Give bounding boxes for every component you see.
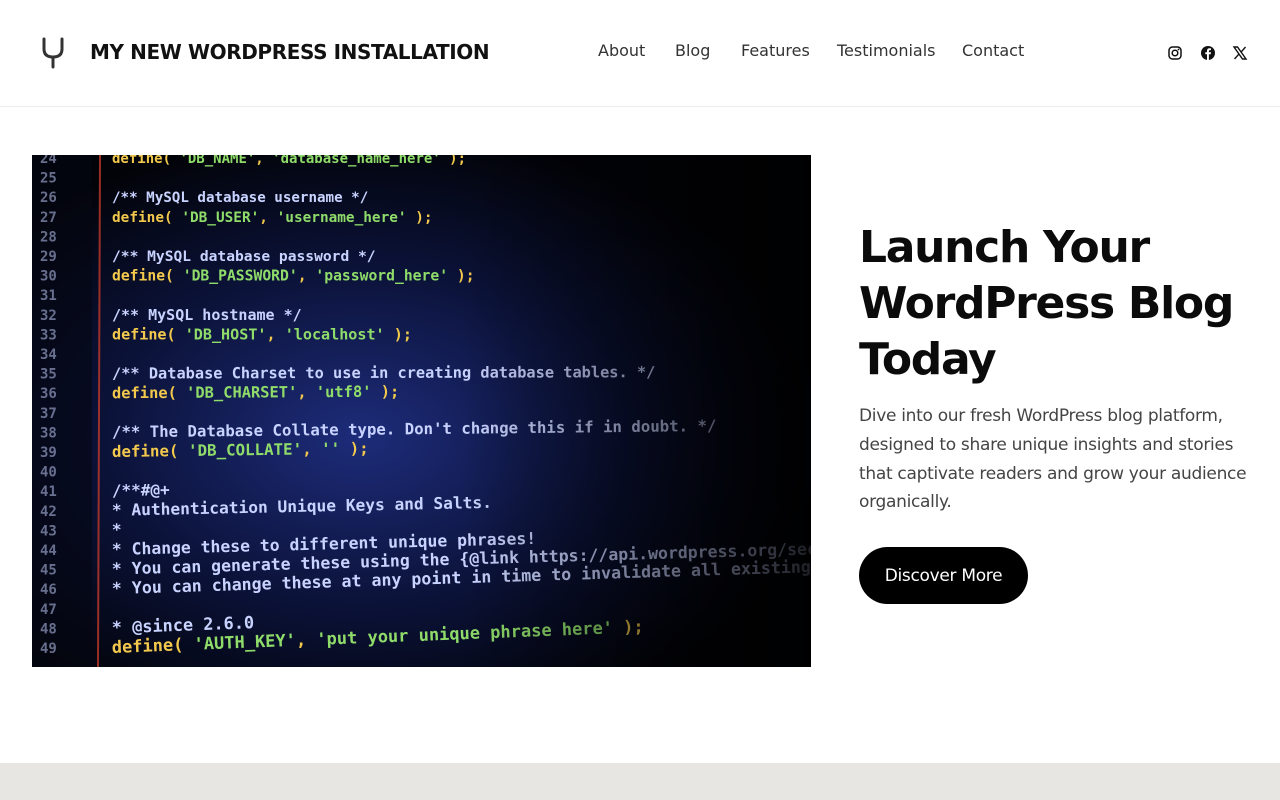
footer-band — [0, 763, 1280, 800]
facebook-link[interactable] — [1199, 44, 1217, 62]
hero-title: Launch Your WordPress Blog Today — [859, 222, 1234, 385]
discover-more-button[interactable]: Discover More — [859, 547, 1028, 604]
nav-item-testimonials[interactable]: Testimonials — [837, 41, 936, 60]
site-title[interactable]: MY NEW WORDPRESS INSTALLATION — [90, 40, 490, 64]
tuning-fork-icon[interactable] — [40, 37, 66, 69]
nav-item-features[interactable]: Features — [741, 41, 810, 60]
code-screenshot: 24define( 'DB_NAME', 'database_name_here… — [32, 155, 811, 667]
site-header: MY NEW WORDPRESS INSTALLATION About Blog… — [0, 0, 1280, 107]
x-icon — [1232, 46, 1248, 60]
instagram-link[interactable] — [1166, 44, 1184, 62]
hero-content: Launch Your WordPress Blog Today Dive in… — [859, 220, 1259, 517]
hero-image: 24define( 'DB_NAME', 'database_name_here… — [32, 155, 811, 667]
nav-item-blog[interactable]: Blog — [675, 41, 710, 60]
hero-description: Dive into our fresh WordPress blog platf… — [859, 406, 1247, 513]
nav-item-contact[interactable]: Contact — [962, 41, 1024, 60]
nav-item-about[interactable]: About — [598, 41, 645, 60]
x-link[interactable] — [1231, 44, 1249, 62]
facebook-icon — [1201, 46, 1215, 60]
instagram-icon — [1168, 46, 1182, 60]
